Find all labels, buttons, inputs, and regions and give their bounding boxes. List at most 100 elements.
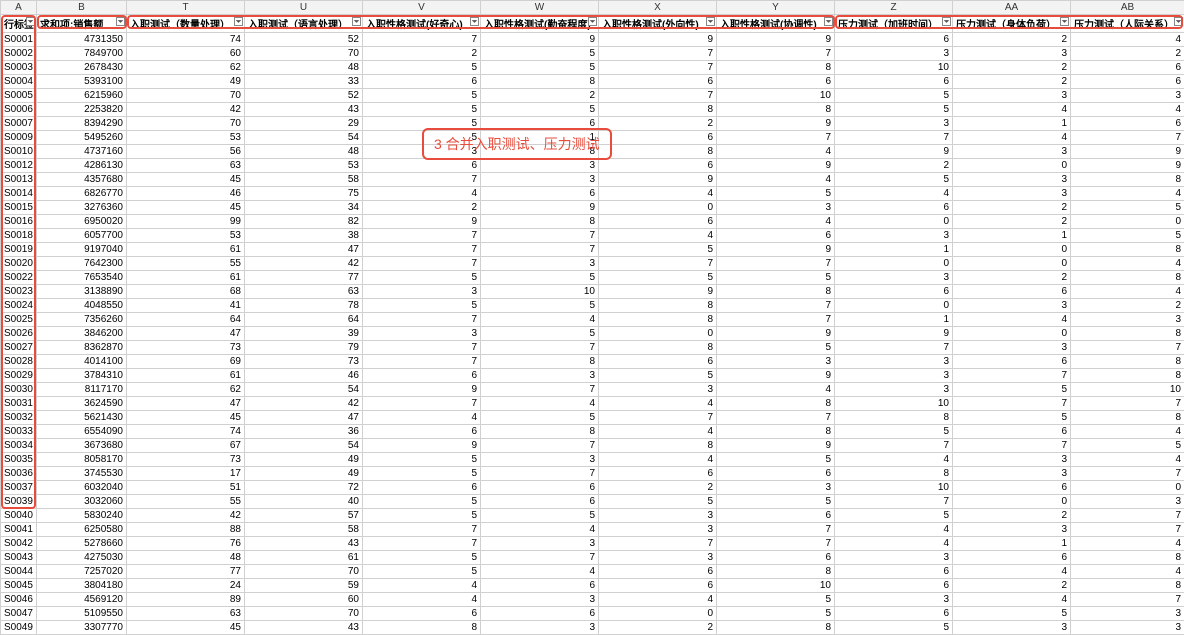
cell[interactable]: 7 <box>481 383 599 397</box>
cell[interactable]: 7 <box>717 523 835 537</box>
table-row[interactable]: S0027836287073797785737 <box>1 341 1184 355</box>
cell[interactable]: 6 <box>835 607 953 621</box>
table-row[interactable]: S0001473135074527999624 <box>1 33 1184 47</box>
cell[interactable]: 3 <box>1071 89 1184 103</box>
cell[interactable]: 45 <box>127 201 245 215</box>
cell[interactable]: S0026 <box>1 327 37 341</box>
cell[interactable]: 60 <box>127 47 245 61</box>
cell[interactable]: 0 <box>1071 481 1184 495</box>
table-row[interactable]: S0029378431061466359378 <box>1 369 1184 383</box>
field-header[interactable]: 入职性格测试(好奇心) <box>363 15 481 33</box>
table-row[interactable]: S00056215960705252710533 <box>1 89 1184 103</box>
table-row[interactable]: S0044725702077705468644 <box>1 565 1184 579</box>
cell[interactable]: 5 <box>717 271 835 285</box>
cell[interactable]: 9 <box>599 285 717 299</box>
cell[interactable]: 0 <box>953 159 1071 173</box>
cell[interactable]: 42 <box>245 257 363 271</box>
cell[interactable]: 3 <box>953 523 1071 537</box>
cell[interactable]: 8 <box>1071 551 1184 565</box>
cell[interactable]: 1 <box>953 117 1071 131</box>
cell[interactable]: 70 <box>245 565 363 579</box>
cell[interactable]: S0045 <box>1 579 37 593</box>
cell[interactable]: 7 <box>717 411 835 425</box>
cell[interactable]: 7 <box>481 551 599 565</box>
cell[interactable]: S0018 <box>1 229 37 243</box>
cell[interactable]: S0040 <box>1 509 37 523</box>
col-letter[interactable]: W <box>481 1 599 15</box>
cell[interactable]: 6057700 <box>37 229 127 243</box>
cell[interactable]: 6 <box>481 607 599 621</box>
cell[interactable]: 3 <box>481 159 599 173</box>
cell[interactable]: 9 <box>363 439 481 453</box>
cell[interactable]: 5 <box>363 467 481 481</box>
table-row[interactable]: S0022765354061775555328 <box>1 271 1184 285</box>
cell[interactable]: S0020 <box>1 257 37 271</box>
cell[interactable]: 63 <box>245 285 363 299</box>
cell[interactable]: 2 <box>953 61 1071 75</box>
cell[interactable]: 5 <box>481 327 599 341</box>
cell[interactable]: S0001 <box>1 33 37 47</box>
cell[interactable]: 3 <box>835 593 953 607</box>
cell[interactable]: 6 <box>953 285 1071 299</box>
cell[interactable]: 7 <box>599 47 717 61</box>
cell[interactable]: 5 <box>363 495 481 509</box>
cell[interactable]: 6 <box>953 425 1071 439</box>
cell[interactable]: 38 <box>245 229 363 243</box>
cell[interactable]: 9 <box>717 159 835 173</box>
cell[interactable]: S0003 <box>1 61 37 75</box>
cell[interactable]: 6950020 <box>37 215 127 229</box>
field-header[interactable]: 压力测试（人际关系） <box>1071 15 1184 33</box>
cell[interactable]: 10 <box>835 481 953 495</box>
cell[interactable]: 47 <box>127 327 245 341</box>
cell[interactable]: 8 <box>481 75 599 89</box>
cell[interactable]: 4286130 <box>37 159 127 173</box>
cell[interactable]: 7 <box>363 243 481 257</box>
cell[interactable]: 2678430 <box>37 61 127 75</box>
cell[interactable]: S0016 <box>1 215 37 229</box>
cell[interactable]: 43 <box>245 621 363 635</box>
cell[interactable]: 0 <box>835 299 953 313</box>
cell[interactable]: 53 <box>127 131 245 145</box>
cell[interactable]: 3 <box>481 453 599 467</box>
cell[interactable]: 4 <box>835 537 953 551</box>
cell[interactable]: 2 <box>481 89 599 103</box>
cell[interactable]: 3 <box>481 537 599 551</box>
cell[interactable]: 4 <box>1071 33 1184 47</box>
cell[interactable]: 0 <box>1071 215 1184 229</box>
col-letter[interactable]: AB <box>1071 1 1184 15</box>
cell[interactable]: 6554090 <box>37 425 127 439</box>
cell[interactable]: 4 <box>599 229 717 243</box>
cell[interactable]: 76 <box>127 537 245 551</box>
cell[interactable]: 6 <box>599 159 717 173</box>
cell[interactable]: 8 <box>1071 173 1184 187</box>
cell[interactable]: 3 <box>363 285 481 299</box>
cell[interactable]: 6 <box>363 607 481 621</box>
cell[interactable]: 6 <box>835 201 953 215</box>
cell[interactable]: 8 <box>599 313 717 327</box>
cell[interactable]: S0039 <box>1 495 37 509</box>
cell[interactable]: S0047 <box>1 607 37 621</box>
cell[interactable]: 40 <box>245 495 363 509</box>
cell[interactable]: 5 <box>363 271 481 285</box>
cell[interactable]: 48 <box>245 61 363 75</box>
cell[interactable]: 9 <box>835 145 953 159</box>
cell[interactable]: 6 <box>481 579 599 593</box>
cell[interactable]: 3 <box>953 89 1071 103</box>
cell[interactable]: 3032060 <box>37 495 127 509</box>
table-row[interactable]: S0024404855041785587032 <box>1 299 1184 313</box>
cell[interactable]: 4 <box>717 173 835 187</box>
cell[interactable]: 4569120 <box>37 593 127 607</box>
cell[interactable]: 62 <box>127 383 245 397</box>
cell[interactable]: 2 <box>953 579 1071 593</box>
cell[interactable]: 10 <box>835 397 953 411</box>
cell[interactable]: 4 <box>1071 187 1184 201</box>
table-row[interactable]: S0025735626064647487143 <box>1 313 1184 327</box>
field-header[interactable]: 入职性格测试(外向性) <box>599 15 717 33</box>
cell[interactable]: 8 <box>481 355 599 369</box>
cell[interactable]: 47 <box>245 411 363 425</box>
cell[interactable]: 8394290 <box>37 117 127 131</box>
cell[interactable]: 9 <box>717 117 835 131</box>
cell[interactable]: 7 <box>953 439 1071 453</box>
cell[interactable]: 52 <box>245 33 363 47</box>
cell[interactable]: 4 <box>953 565 1071 579</box>
